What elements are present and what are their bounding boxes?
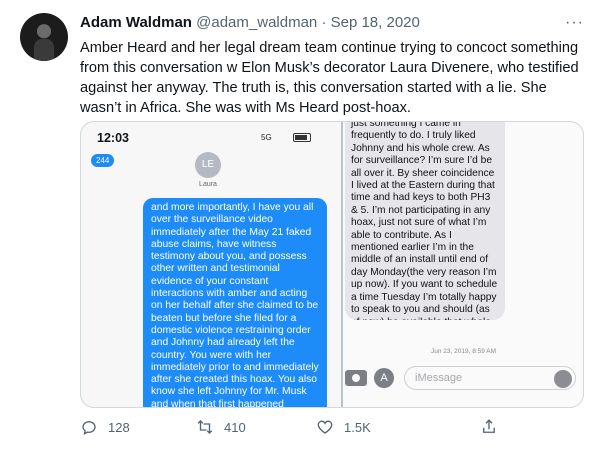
reply-button[interactable]: 128 <box>80 418 130 436</box>
more-options-icon[interactable]: ··· <box>565 14 584 32</box>
tweet-header: Adam Waldman @adam_waldman · Sep 18, 202… <box>80 14 420 31</box>
like-button[interactable]: 1.5K <box>316 418 371 436</box>
author-handle[interactable]: @adam_waldman <box>196 14 317 31</box>
separator-dot: · <box>321 14 327 31</box>
retweet-button[interactable]: 410 <box>196 418 246 436</box>
status-time: 12:03 <box>97 131 129 145</box>
right-phone-screenshot: just something I came in frequently to d… <box>343 122 583 407</box>
back-badge: 244 <box>91 154 115 167</box>
reply-icon <box>82 421 96 436</box>
tweet-text: Amber Heard and her legal dream team con… <box>80 40 579 116</box>
tweet-image[interactable]: 12:03 5G 244 LE Laura and more important… <box>80 121 584 408</box>
app-store-icon: A <box>374 368 394 388</box>
action-bar: 128 410 1.5K <box>80 418 530 442</box>
left-phone-screenshot: 12:03 5G 244 LE Laura and more important… <box>81 122 341 407</box>
contact-name: Laura <box>199 181 217 188</box>
message-timestamp: Jun 23, 2019, 8:59 AM <box>431 348 497 355</box>
contact-avatar: LE <box>195 152 221 178</box>
like-count: 1.5K <box>344 419 371 435</box>
battery-icon <box>293 133 311 142</box>
heart-icon <box>317 420 333 434</box>
audio-icon <box>554 370 572 388</box>
share-button[interactable] <box>480 418 498 436</box>
author-name[interactable]: Adam Waldman <box>80 14 192 31</box>
tweet-date[interactable]: Sep 18, 2020 <box>331 14 420 31</box>
signal-indicator: 5G <box>261 133 272 142</box>
imessage-input: iMessage <box>404 366 576 390</box>
retweet-count: 410 <box>224 419 246 435</box>
reply-count: 128 <box>108 419 130 435</box>
status-bar: 12:03 5G <box>81 122 341 148</box>
sent-message-bubble: and more importantly, I have you all ove… <box>143 198 327 407</box>
share-icon <box>483 419 495 433</box>
received-message-bubble: just something I came in frequently to d… <box>345 122 505 320</box>
author-avatar[interactable] <box>20 13 68 61</box>
camera-icon <box>345 370 367 386</box>
retweet-icon <box>197 420 213 434</box>
